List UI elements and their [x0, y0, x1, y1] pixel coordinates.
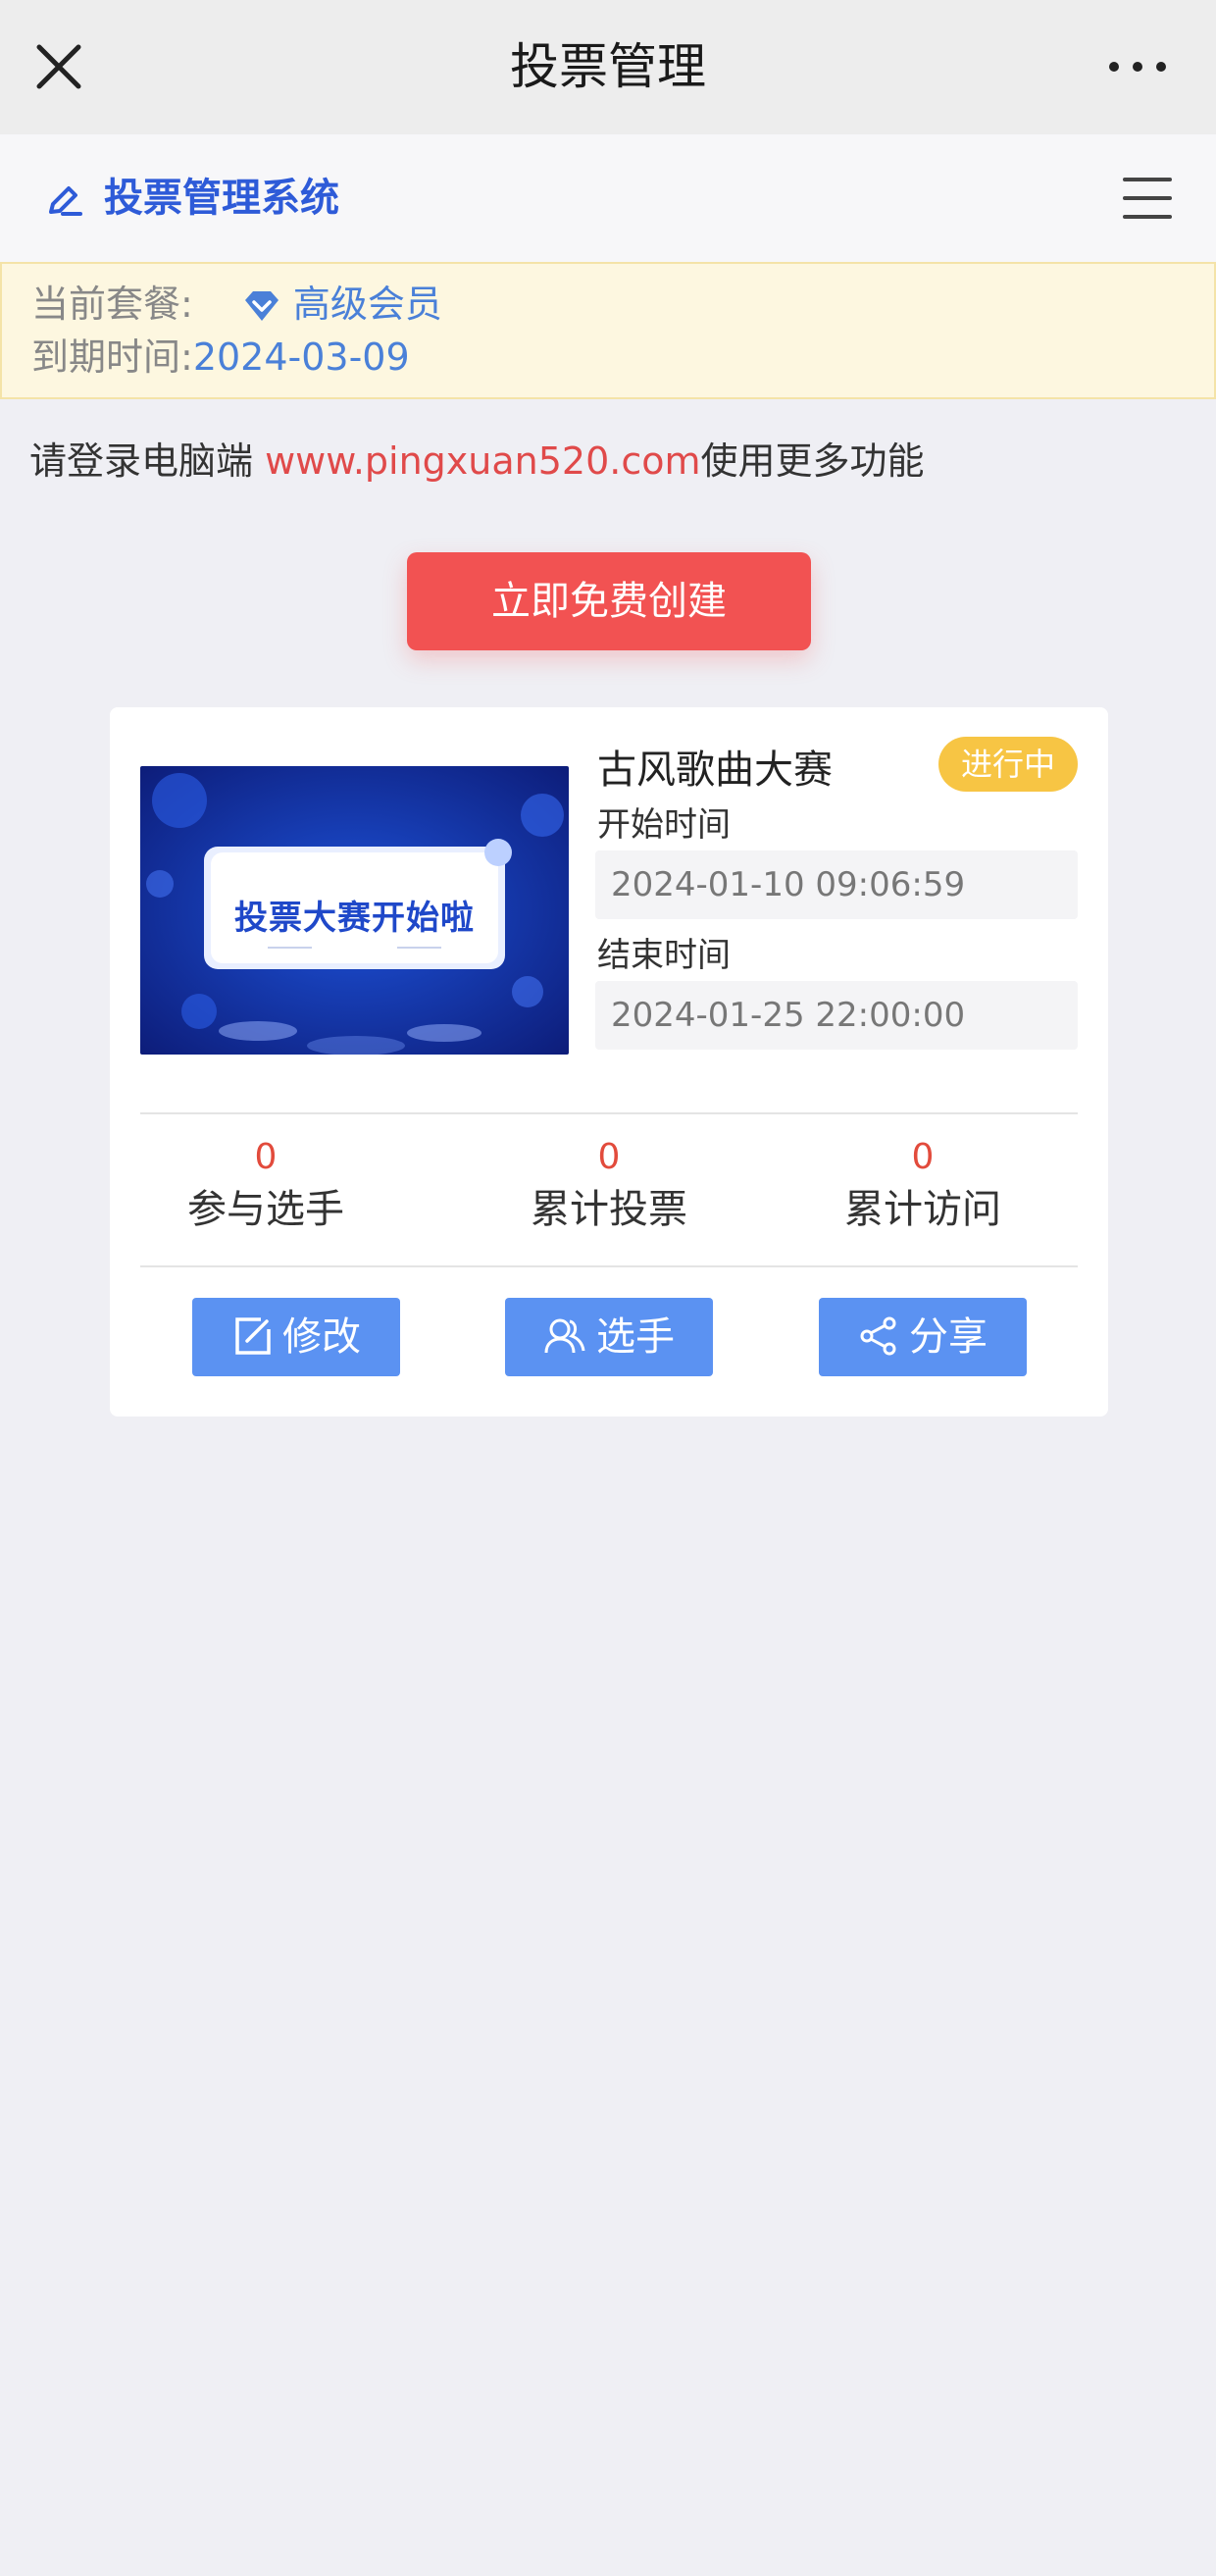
edit-button[interactable]: 修改: [192, 1298, 400, 1376]
page-title: 投票管理: [510, 38, 706, 95]
app-header: 投票管理系统: [0, 134, 1216, 262]
login-notice: 请登录电脑端 www.pingxuan520.com使用更多功能: [29, 432, 925, 490]
event-cover-image[interactable]: 投票大赛开始啦: [140, 766, 569, 1055]
stat-value: 0: [597, 1137, 621, 1177]
edit-pen-icon: [45, 179, 84, 218]
stat-value: 0: [254, 1137, 278, 1177]
start-time-label: 开始时间: [597, 805, 731, 845]
diamond-icon: [242, 287, 281, 327]
create-free-button[interactable]: 立即免费创建: [407, 552, 811, 650]
plan-info-banner: 当前套餐: 高级会员 到期时间:2024-03-09: [0, 262, 1216, 399]
status-badge: 进行中: [938, 737, 1078, 792]
stat-label: 累计访问: [844, 1187, 1001, 1232]
stat-value: 0: [911, 1137, 935, 1177]
top-navigation-bar: 投票管理: [0, 0, 1216, 134]
event-title: 古风歌曲大赛: [597, 747, 833, 793]
package-value: 高级会员: [292, 283, 442, 326]
players-button-label: 选手: [596, 1314, 675, 1360]
notice-prefix: 请登录电脑端: [29, 439, 266, 483]
vote-event-card: 投票大赛开始啦 古风歌曲大赛 进行中 开始时间 2024-01-10 09:06…: [110, 707, 1108, 1417]
end-time-value: 2024-01-25 22:00:00: [595, 981, 1078, 1050]
expiry-value: 2024-03-09: [192, 335, 410, 379]
stat-total-visits: 0 累计访问: [767, 1136, 1079, 1236]
stat-participants: 0 参与选手: [110, 1136, 422, 1236]
more-options-icon[interactable]: [1103, 47, 1172, 86]
cover-caption: 投票大赛开始啦: [234, 899, 475, 938]
edit-button-label: 修改: [282, 1314, 361, 1360]
share-icon: [860, 1316, 896, 1356]
expiry-row: 到期时间:2024-03-09: [31, 333, 410, 382]
edit-icon: [235, 1317, 271, 1355]
share-button-label: 分享: [909, 1314, 988, 1360]
hamburger-menu-icon[interactable]: [1123, 174, 1178, 223]
start-time-value: 2024-01-10 09:06:59: [595, 850, 1078, 919]
app-brand-title: 投票管理系统: [104, 176, 339, 221]
package-row: 当前套餐: 高级会员: [31, 280, 442, 329]
stat-label: 累计投票: [531, 1187, 687, 1232]
expiry-label: 到期时间:: [31, 335, 193, 379]
website-link[interactable]: www.pingxuan520.com: [265, 439, 700, 483]
players-button[interactable]: 选手: [505, 1298, 713, 1376]
share-button[interactable]: 分享: [819, 1298, 1027, 1376]
stat-label: 参与选手: [187, 1187, 344, 1232]
end-time-label: 结束时间: [597, 936, 731, 975]
notice-suffix: 使用更多功能: [700, 439, 925, 483]
users-icon: [544, 1318, 585, 1354]
divider: [140, 1265, 1078, 1267]
package-label: 当前套餐:: [31, 283, 193, 326]
stat-total-votes: 0 累计投票: [453, 1136, 765, 1236]
divider: [140, 1112, 1078, 1114]
